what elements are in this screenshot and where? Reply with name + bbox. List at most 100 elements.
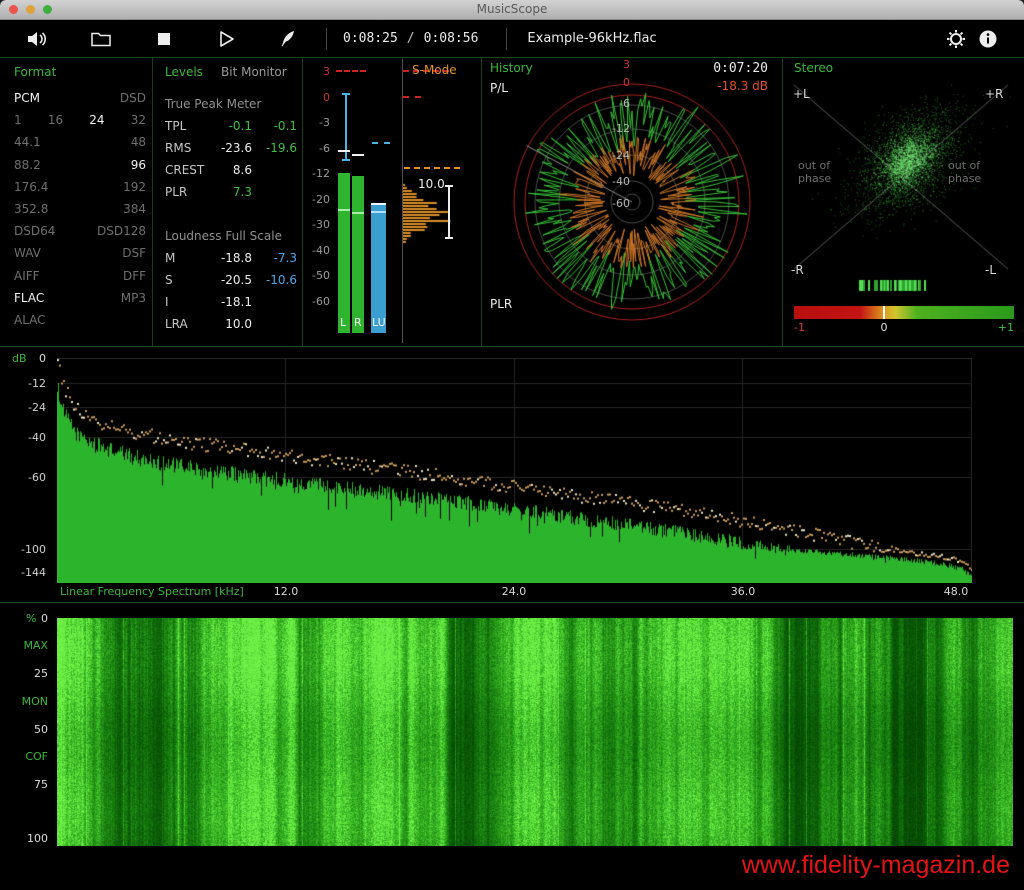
peak-range-cap [342, 159, 350, 161]
info-icon [978, 29, 998, 49]
spectrum-y-tick: -60 [8, 471, 46, 484]
spectrogram-canvas [57, 618, 1013, 846]
window-title: MusicScope [0, 0, 1024, 19]
levels-row-label: M [165, 251, 175, 265]
format-option: DSD [120, 91, 146, 105]
format-option: 192 [123, 180, 146, 194]
levels-panel: Levels Bit Monitor True Peak MeterTPL-0.… [155, 57, 301, 346]
history-level: -18.3 dB [717, 79, 768, 93]
levels-row: LRA10.0 [165, 317, 297, 331]
corner-label-plus-l: +L [793, 87, 810, 101]
format-option: 16 [48, 113, 63, 127]
history-ring-label: -12 [608, 122, 630, 135]
levels-row-label: RMS [165, 141, 191, 155]
levels-row-label: TPL [165, 119, 186, 133]
toolbar: 0:08:25 / 0:08:56 Example-96kHz.flac [0, 20, 1024, 57]
smode-range-cap [445, 185, 453, 187]
format-row: DSD64DSD128 [14, 220, 146, 242]
format-option: 384 [123, 202, 146, 216]
toolbar-separator [506, 28, 507, 50]
history-mode-label: P/L [490, 81, 508, 95]
format-row: 44.148 [14, 131, 146, 153]
stop-button[interactable] [154, 27, 174, 51]
pen-icon [278, 29, 298, 49]
open-file-button[interactable] [90, 27, 112, 51]
format-option: 88.2 [14, 158, 41, 172]
levels-value: 7.3 [233, 185, 252, 199]
musicscope-window: MusicScope [0, 0, 1024, 890]
corner-label-minus-l: -L [985, 263, 996, 277]
format-option: WAV [14, 246, 41, 260]
info-button[interactable] [978, 27, 998, 51]
history-ring-label: -40 [608, 175, 630, 188]
format-row: PCMDSD [14, 87, 146, 109]
signature-button[interactable] [278, 27, 298, 51]
meter-bar-l [338, 173, 350, 333]
speaker-icon [26, 29, 48, 49]
toolbar-separator [326, 28, 327, 50]
format-option: AIFF [14, 269, 40, 283]
play-icon [216, 29, 236, 49]
out-of-phase-label-right: out ofphase [948, 159, 1000, 185]
format-row: 352.8 384 [14, 198, 146, 220]
format-option: FLAC [14, 291, 44, 305]
levels-value: -20.5 [221, 273, 252, 287]
levels-value: -18.8 [221, 251, 252, 265]
levels-value: 10.0 [225, 317, 252, 331]
levels-row-label: I [165, 295, 169, 309]
meter-bar-label-r: R [354, 316, 362, 329]
spectrogram-y-label: 75 [8, 778, 48, 791]
spectrum-canvas [57, 358, 972, 583]
levels-row-label: CREST [165, 163, 204, 177]
format-row: WAV DSF [14, 242, 146, 264]
levels-row: I-18.1 [165, 295, 297, 309]
meter-bar-r [352, 176, 364, 333]
divider [152, 58, 153, 346]
levels-row: M-18.8-7.3 [165, 251, 297, 265]
levels-value: -0.1 [229, 119, 252, 133]
smode-range-cap [445, 237, 453, 239]
history-outer-label: 3 [610, 58, 630, 71]
spectrogram-section: % 0MAX25MON50COF75100 [0, 602, 1024, 850]
levels-row-label: S [165, 273, 173, 287]
smode-value: 10.0 [418, 177, 445, 191]
gear-icon [946, 29, 966, 49]
format-row: AIFFDFF [14, 265, 146, 287]
spectrogram-y-label: MON [8, 695, 48, 708]
settings-button[interactable] [946, 27, 966, 51]
spectrogram-y-label: 25 [8, 667, 48, 680]
format-row: 88.296 [14, 154, 146, 176]
format-option: DSD64 [14, 224, 55, 238]
history-time: 0:07:20 [713, 61, 768, 76]
correlation-marker [883, 306, 885, 319]
spectrogram-y-label: 0 [8, 612, 48, 625]
levels-row: CREST8.6 [165, 163, 297, 177]
format-option: 1 [14, 113, 22, 127]
format-option: DSF [122, 246, 146, 260]
stereo-panel-title: Stereo [794, 61, 833, 75]
format-panel: Format PCMDSD116243244.14888.296176.4192… [0, 57, 152, 346]
playback-time: 0:08:25 / 0:08:56 [343, 31, 478, 46]
meter-scale-label: -50 [302, 269, 330, 282]
format-row: 1 16 24 32 [14, 109, 146, 131]
volume-button[interactable] [26, 27, 48, 51]
play-button[interactable] [216, 27, 236, 51]
meters-panel: 30-3-6-12-20-30-40-50-60 L R LU S-Mode 1… [302, 57, 482, 346]
format-option: 24 [89, 113, 104, 127]
levels-row: S-20.5-10.6 [165, 273, 297, 287]
time-separator: / [407, 31, 415, 46]
levels-row: RMS-23.6-19.6 [165, 141, 297, 155]
spectrogram-y-label: 100 [8, 832, 48, 845]
format-option: 32 [131, 113, 146, 127]
spectrum-x-tick: 48.0 [944, 585, 969, 598]
spectrogram-y-label: COF [8, 750, 48, 763]
meter-scale-label: -12 [302, 167, 330, 180]
meter-scale-label: -3 [302, 116, 330, 129]
smode-range-indicator [448, 185, 450, 239]
spectrum-x-tick: 12.0 [274, 585, 299, 598]
folder-icon [90, 30, 112, 48]
format-option: 352.8 [14, 202, 48, 216]
correlation-label-pos: +1 [988, 321, 1014, 334]
spectrum-x-label: Linear Frequency Spectrum [kHz] [60, 585, 244, 598]
correlation-meter [794, 306, 1014, 319]
